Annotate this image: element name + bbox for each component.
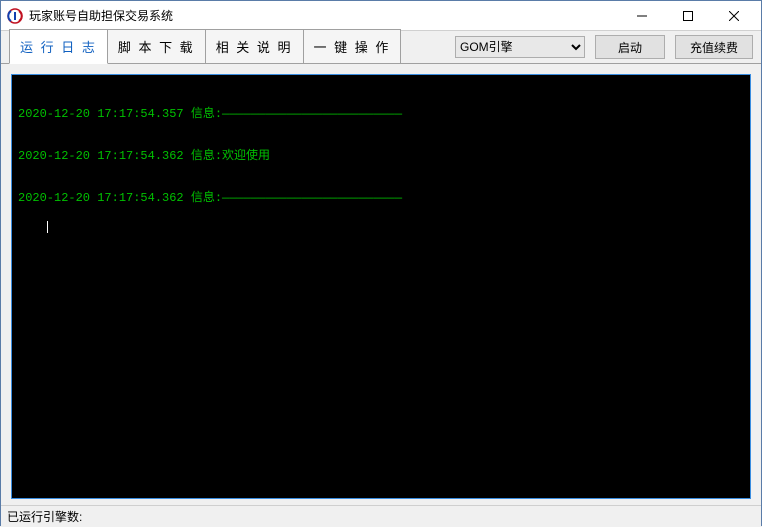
engine-select[interactable]: GOM引擎 bbox=[455, 36, 585, 58]
log-line: 2020-12-20 17:17:54.362 信息:欢迎使用 bbox=[18, 149, 744, 163]
close-button[interactable] bbox=[711, 1, 757, 31]
log-line: 2020-12-20 17:17:54.357 信息:—————————————… bbox=[18, 107, 744, 121]
titlebar: 玩家账号自助担保交易系统 bbox=[1, 1, 761, 31]
log-console[interactable]: 2020-12-20 17:17:54.357 信息:—————————————… bbox=[11, 74, 751, 499]
toolbar: 运 行 日 志 脚 本 下 载 相 关 说 明 一 键 操 作 GOM引擎 启动… bbox=[1, 31, 761, 63]
app-icon bbox=[7, 8, 23, 24]
tab-one-click[interactable]: 一 键 操 作 bbox=[303, 29, 402, 63]
tab-script-download[interactable]: 脚 本 下 载 bbox=[107, 29, 206, 63]
minimize-button[interactable] bbox=[619, 1, 665, 31]
start-button[interactable]: 启动 bbox=[595, 35, 665, 59]
tab-related-info[interactable]: 相 关 说 明 bbox=[205, 29, 304, 63]
text-cursor bbox=[47, 221, 48, 233]
toolbar-right: GOM引擎 启动 充值续费 bbox=[455, 35, 753, 63]
recharge-button[interactable]: 充值续费 bbox=[675, 35, 753, 59]
maximize-button[interactable] bbox=[665, 1, 711, 31]
log-line: 2020-12-20 17:17:54.362 信息:—————————————… bbox=[18, 191, 744, 205]
window-controls bbox=[619, 1, 757, 31]
content-area: 2020-12-20 17:17:54.357 信息:—————————————… bbox=[1, 63, 761, 505]
window-title: 玩家账号自助担保交易系统 bbox=[29, 7, 619, 24]
statusbar: 已运行引擎数: bbox=[1, 505, 761, 527]
tab-strip: 运 行 日 志 脚 本 下 载 相 关 说 明 一 键 操 作 bbox=[9, 29, 455, 63]
tab-run-log[interactable]: 运 行 日 志 bbox=[9, 29, 108, 64]
status-label: 已运行引擎数: bbox=[7, 508, 82, 525]
